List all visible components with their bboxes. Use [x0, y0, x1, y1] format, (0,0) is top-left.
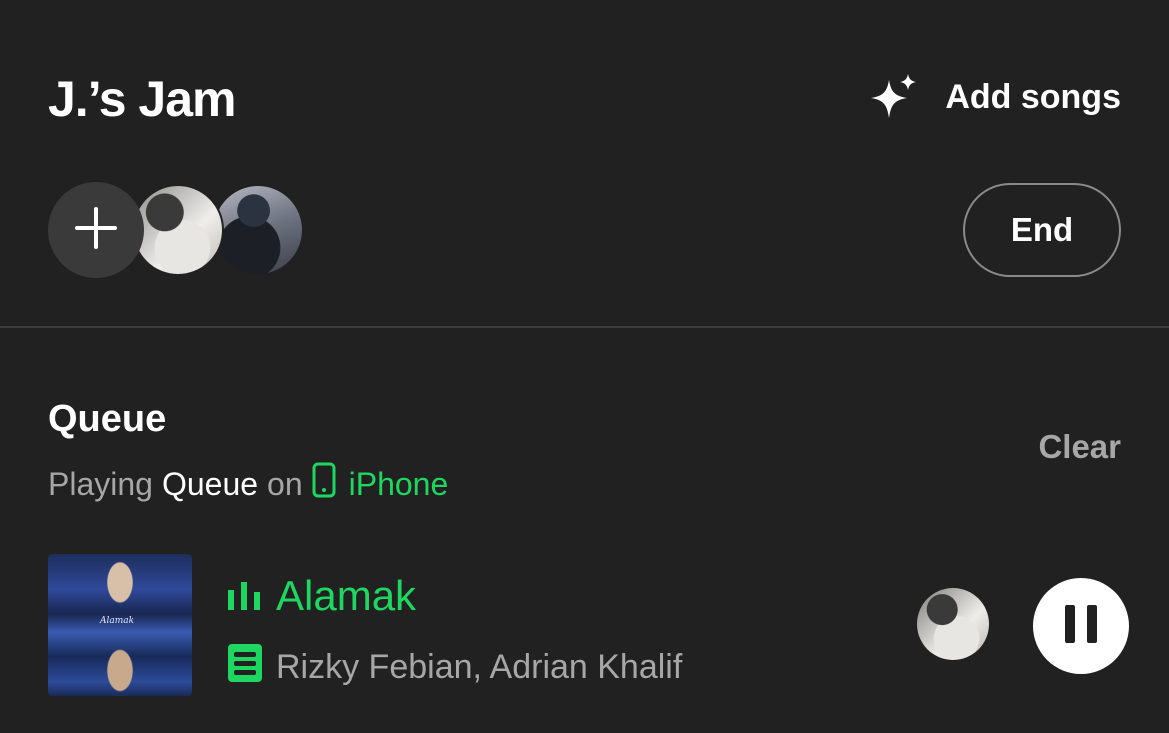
end-jam-button[interactable]: End — [963, 183, 1121, 277]
phone-icon — [312, 462, 340, 506]
added-by-avatar — [917, 588, 989, 660]
sparkle-icon — [869, 72, 919, 122]
jam-title: J.’s Jam — [48, 71, 237, 127]
track-artists: Rizky Febian, Adrian Khalif — [276, 648, 683, 686]
playing-context: Playing Queue on iPhone — [48, 462, 448, 506]
playing-on: on — [267, 465, 303, 502]
participants-row — [48, 182, 304, 278]
divider — [0, 326, 1169, 328]
add-participant-button[interactable] — [48, 182, 144, 278]
queue-track-row[interactable]: Alamak Alamak Rizky Febian, Adrian Khali… — [48, 554, 1129, 696]
playing-prefix: Playing — [48, 465, 153, 502]
album-art-text: Alamak — [100, 616, 135, 626]
equalizer-icon — [228, 572, 262, 620]
pause-icon — [1063, 603, 1099, 650]
album-art: Alamak — [48, 554, 192, 696]
participant-avatar[interactable] — [132, 184, 224, 276]
add-songs-label: Add songs — [945, 77, 1121, 116]
device-link[interactable]: iPhone — [312, 462, 449, 506]
add-songs-button[interactable]: Add songs — [869, 72, 1121, 122]
track-title: Alamak — [276, 572, 417, 619]
device-name: iPhone — [348, 465, 449, 502]
track-title-row: Alamak — [228, 572, 416, 620]
plus-icon — [73, 205, 119, 256]
queue-heading: Queue — [48, 398, 167, 440]
jam-badge-icon — [228, 644, 262, 691]
participant-avatar[interactable] — [212, 184, 304, 276]
clear-queue-button[interactable]: Clear — [1038, 428, 1121, 466]
playing-source: Queue — [161, 465, 259, 502]
pause-button[interactable] — [1033, 578, 1129, 674]
track-artist-row: Rizky Febian, Adrian Khalif — [228, 644, 682, 691]
